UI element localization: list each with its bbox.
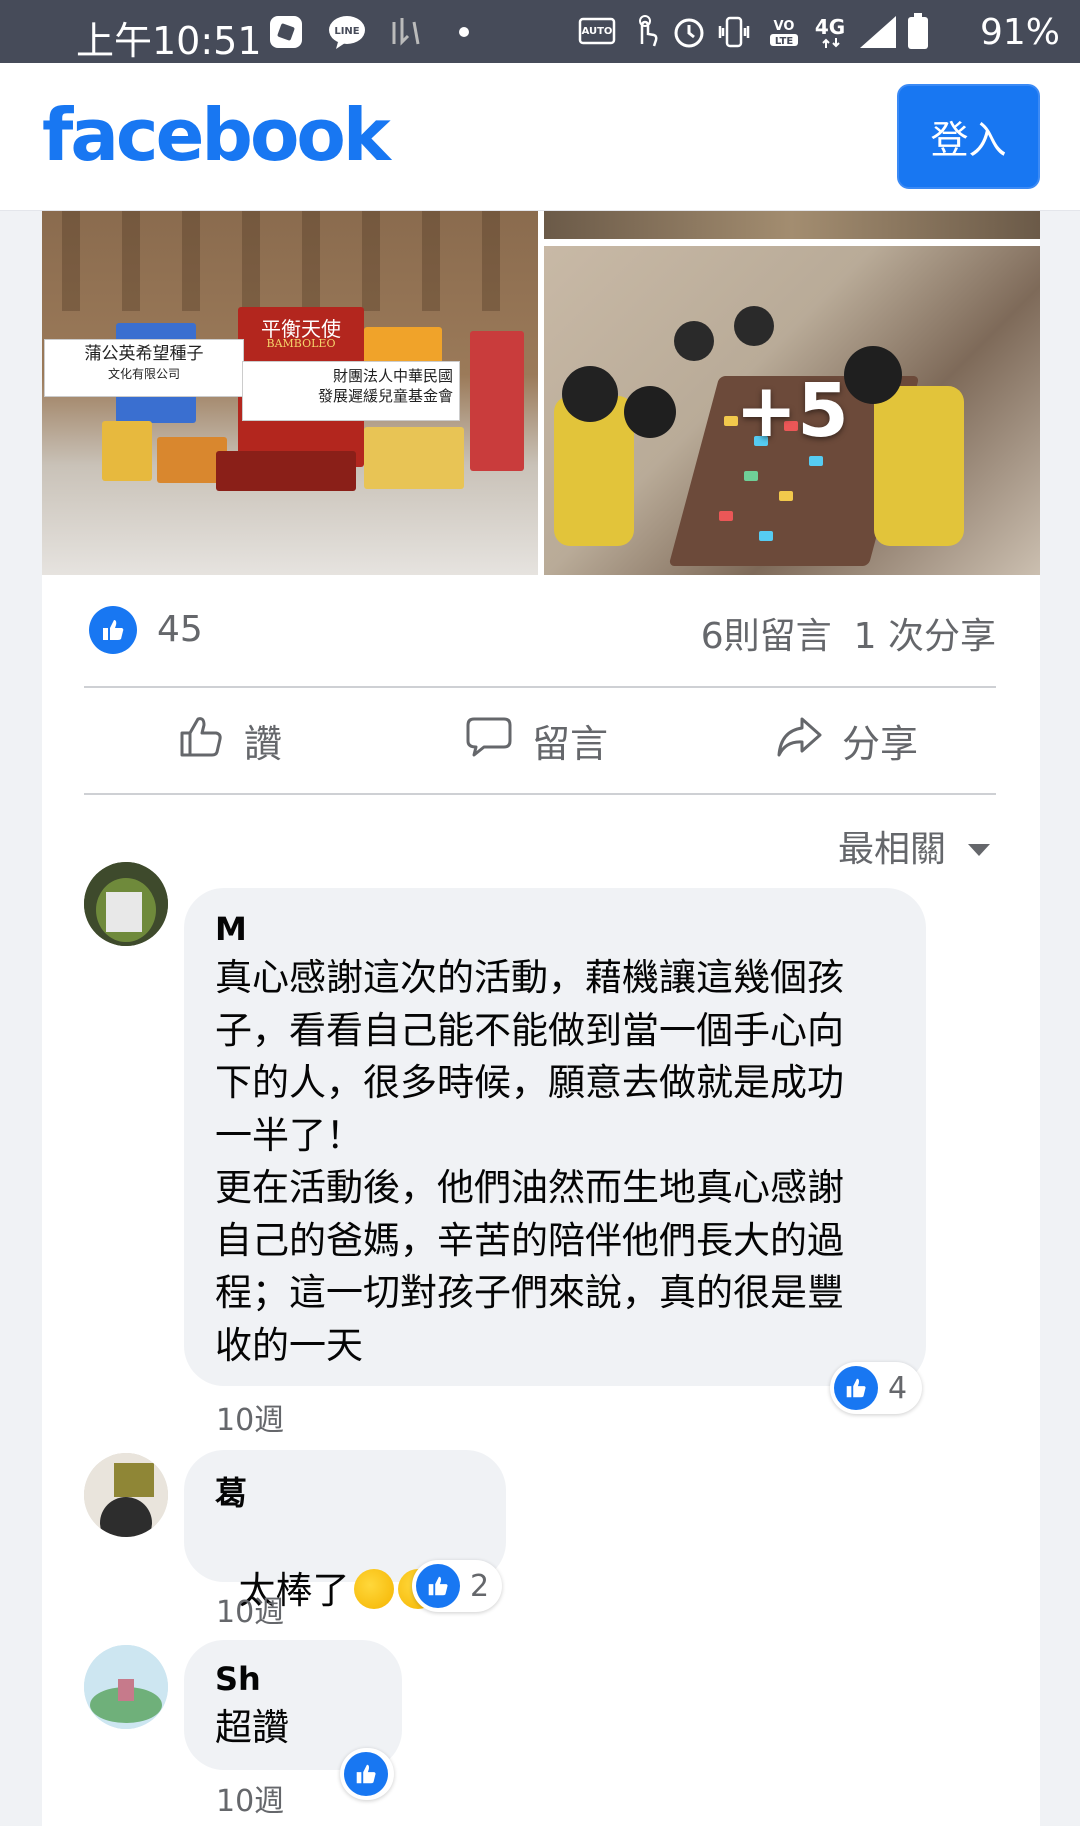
like-reaction-icon (834, 1366, 878, 1410)
like-button[interactable]: 讚 (176, 712, 282, 768)
comment-like-count: 2 (470, 1568, 490, 1604)
post-stats: 6則留言 1 次分享 (701, 607, 996, 659)
auto-hz-icon: AUTO (578, 14, 616, 50)
status-time: 上午10:51 (76, 19, 262, 63)
post-photo-more[interactable]: +5 (544, 246, 1040, 575)
comment-text: 真心感謝這次的活動，藉機讓這幾個孩 子，看看自己能不能做到當一個手心向 下的人，… (215, 956, 844, 1367)
battery-icon (906, 13, 930, 50)
sort-label: 最相關 (837, 829, 946, 870)
commenter-name[interactable]: Sh (215, 1660, 261, 1698)
facebook-logo[interactable]: facebook (42, 93, 391, 177)
avatar[interactable] (84, 862, 168, 946)
notification-icon (388, 14, 424, 50)
comment-label: 留言 (532, 721, 609, 766)
login-button[interactable]: 登入 (897, 84, 1040, 189)
actions-divider (84, 793, 996, 795)
sponsor-sign-1: 蒲公英希望種子 文化有限公司 (44, 339, 244, 397)
clapping-hands-icon (353, 1568, 394, 1609)
avatar[interactable] (84, 1453, 168, 1537)
reaction-count[interactable]: 45 (157, 609, 203, 650)
comment-icon (464, 711, 514, 770)
svg-text:LTE: LTE (775, 36, 794, 47)
touch-icon (630, 14, 660, 50)
game-box (364, 427, 464, 489)
like-label: 讚 (244, 721, 283, 766)
share-label: 分享 (842, 721, 919, 766)
svg-text:LINE: LINE (334, 26, 359, 37)
share-icon (774, 711, 824, 770)
comment-timestamp[interactable]: 10週 (216, 1776, 284, 1820)
sponsor-sign-2: 財團法人中華民國 發展遲緩兒童基金會 (242, 361, 460, 421)
header-bar: facebook 登入 (0, 63, 1080, 211)
svg-text:AUTO: AUTO (582, 26, 613, 37)
post-photo-main[interactable]: 平衡天使 BAMBOLEO 蒲公英希望種子 文化有限公司 財團法人中華民國 發展… (42, 211, 538, 575)
signal-icon (858, 14, 898, 50)
game-box (102, 421, 152, 481)
game-box (216, 451, 356, 491)
comment-text: 超讚 (215, 1706, 289, 1749)
like-reaction-icon[interactable] (89, 606, 137, 654)
caret-down-icon (966, 826, 992, 867)
volte-icon: VO LTE (764, 14, 804, 50)
share-button[interactable]: 分享 (774, 712, 918, 768)
commenter-name[interactable]: 葛 (215, 1468, 247, 1514)
post-photo-secondary[interactable] (544, 211, 1040, 239)
vibrate-icon (716, 14, 752, 50)
game-box-subtitle: BAMBOLEO (266, 337, 336, 350)
comments-count[interactable]: 6則留言 (701, 607, 832, 659)
comment-timestamp[interactable]: 10週 (216, 1395, 284, 1439)
stats-divider (84, 686, 996, 688)
comment-like-count: 4 (888, 1370, 908, 1406)
avatar[interactable] (84, 1645, 168, 1729)
more-photos-count[interactable]: +5 (544, 246, 1040, 575)
like-reaction-icon (416, 1564, 460, 1608)
svg-text:4G: 4G (815, 15, 845, 39)
commenter-name[interactable]: M (215, 910, 247, 948)
comment-sort-dropdown[interactable]: 最相關 (838, 820, 992, 872)
game-box (470, 331, 524, 471)
dot-icon (458, 14, 470, 50)
svg-text:VO: VO (774, 19, 795, 34)
status-bar: 上午10:51 LINE AUTO VO LTE 4G 91% (0, 0, 1080, 63)
shares-count[interactable]: 1 次分享 (854, 607, 996, 659)
comment-timestamp[interactable]: 10週 (216, 1587, 284, 1631)
comment-reaction-badge[interactable] (340, 1748, 394, 1800)
comment-reaction-badge[interactable]: 4 (830, 1362, 922, 1414)
comment-reaction-badge[interactable]: 2 (412, 1560, 502, 1612)
alarm-icon (672, 14, 706, 50)
comment-button[interactable]: 留言 (464, 712, 608, 768)
battery-percentage: 91% (979, 12, 1060, 53)
thumbs-up-icon (176, 711, 226, 770)
app-icon (268, 14, 304, 50)
4g-icon: 4G (812, 14, 852, 50)
like-reaction-icon (344, 1752, 388, 1796)
line-icon: LINE (328, 14, 366, 50)
